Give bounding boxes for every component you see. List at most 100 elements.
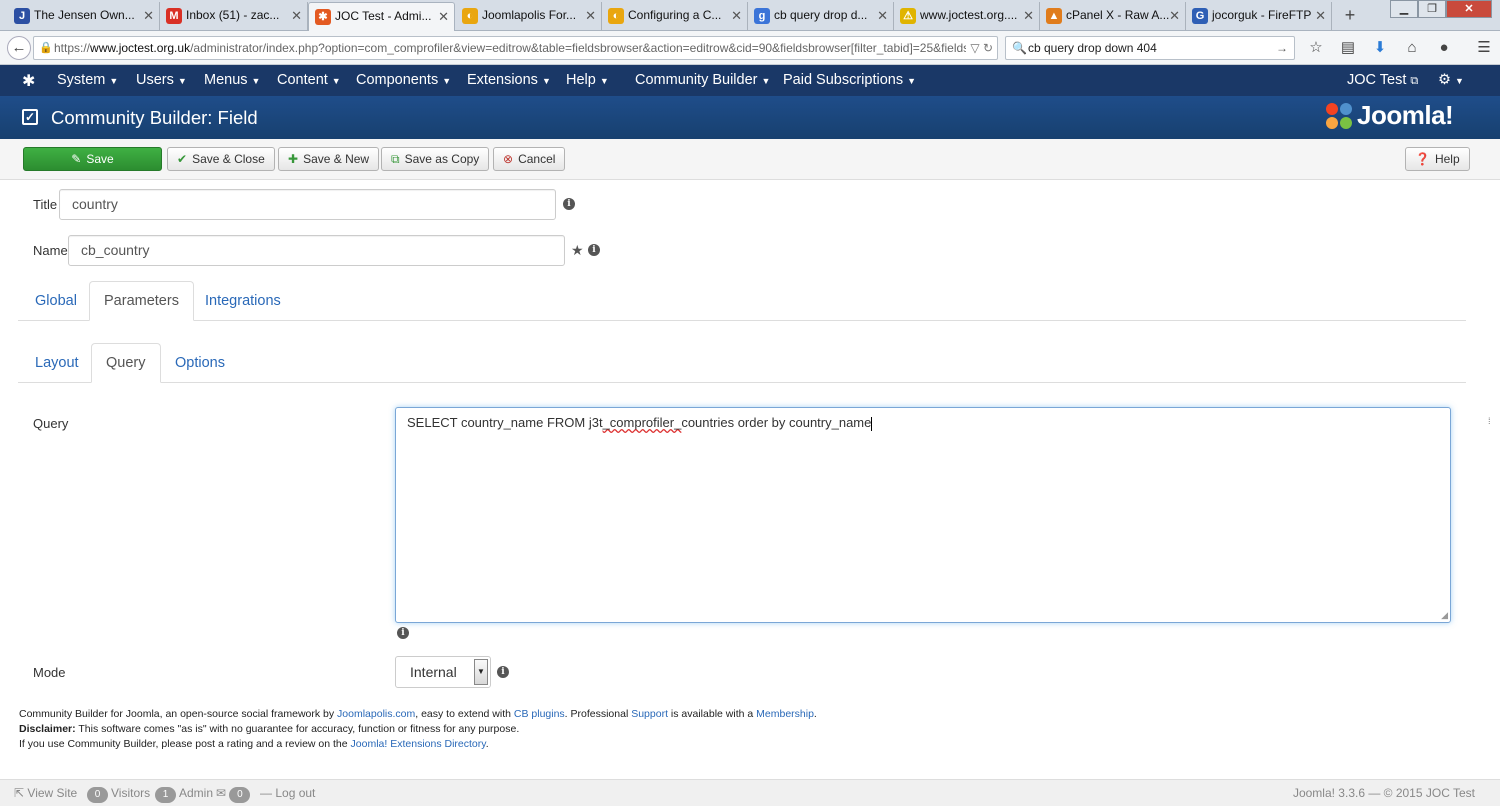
info-icon[interactable]: i (497, 666, 509, 678)
home-icon[interactable]: ⌂ (1396, 36, 1428, 60)
cancel-circle-icon: ⊗ (503, 152, 514, 166)
bookmark-star-icon[interactable]: ☆ (1300, 36, 1332, 60)
logout-link[interactable]: — Log out (260, 780, 315, 806)
reading-list-icon[interactable]: ▤ (1332, 36, 1364, 60)
query-textarea[interactable]: SELECT country_name FROM j3t_comprofiler… (395, 407, 1451, 623)
cb-plugins-link[interactable]: CB plugins (514, 708, 565, 720)
caret-down-icon: ▼ (1455, 76, 1464, 86)
dropdown-arrow-icon[interactable]: ▼ (474, 659, 488, 685)
info-icon[interactable]: i (563, 198, 575, 210)
external-link-icon: ⇱ (14, 786, 25, 800)
caret-down-icon: ▼ (177, 76, 187, 86)
minimize-icon[interactable]: ▁ (1390, 0, 1418, 18)
membership-link[interactable]: Membership (756, 708, 814, 720)
title-input[interactable]: country (59, 189, 556, 220)
save-close-button[interactable]: ✔ Save & Close (167, 147, 275, 171)
tab-options[interactable]: Options (160, 343, 240, 383)
help-button[interactable]: ❓ Help (1405, 147, 1470, 171)
browser-tab[interactable]: M Inbox (51) - zac... ✕ (160, 2, 308, 31)
title-label: Title (33, 197, 58, 212)
menu-users[interactable]: Users ▼ (136, 65, 187, 96)
window-close-icon[interactable]: ✕ (1446, 0, 1492, 18)
save-new-button[interactable]: ✚ Save & New (278, 147, 380, 171)
close-tab-icon[interactable]: ✕ (731, 2, 742, 29)
browser-tab[interactable]: ⚠ www.joctest.org.... ✕ (894, 2, 1040, 31)
search-go-arrow-icon[interactable]: → (1276, 37, 1288, 59)
tab-query[interactable]: Query (91, 343, 161, 383)
joomla-logo-icon[interactable]: ✱ (22, 71, 35, 91)
menu-extensions[interactable]: Extensions ▼ (467, 65, 551, 96)
tab-global[interactable]: Global (20, 281, 92, 321)
info-icon[interactable]: i (588, 244, 600, 256)
close-tab-icon[interactable]: ✕ (291, 2, 302, 29)
menu-components[interactable]: Components ▼ (356, 65, 451, 96)
tab-title: Inbox (51) - zac... (186, 8, 280, 22)
browser-search-input[interactable]: 🔍 cb query drop down 404 → (1005, 36, 1295, 60)
maximize-icon[interactable]: ❐ (1418, 0, 1446, 18)
name-input[interactable]: cb_country (68, 235, 565, 266)
page-title: Community Builder: Field (51, 107, 258, 128)
url-bar[interactable]: 🔒 https://www.joctest.org.uk/administrat… (33, 36, 998, 60)
minus-icon: — (260, 786, 272, 800)
close-tab-icon[interactable]: ✕ (1023, 2, 1034, 29)
scrollbar-handle[interactable]: ⁞ (1488, 416, 1491, 426)
caret-down-icon: ▼ (599, 76, 609, 86)
menu-system[interactable]: System ▼ (57, 65, 118, 96)
mode-select[interactable]: Internal ▼ (395, 656, 491, 688)
messages-indicator[interactable]: ✉ 0 (216, 780, 253, 806)
save-button[interactable]: ✎ Save (23, 147, 162, 171)
caret-down-icon: ▼ (251, 76, 261, 86)
cb-footer: Community Builder for Joomla, an open-so… (19, 707, 817, 752)
close-tab-icon[interactable]: ✕ (438, 3, 449, 30)
site-link[interactable]: JOC Test ⧉ (1347, 65, 1418, 96)
disclaimer-label: Disclaimer: (19, 723, 76, 735)
menu-help[interactable]: Help ▼ (566, 65, 609, 96)
browser-tab[interactable]: J The Jensen Own... ✕ (8, 2, 160, 31)
cancel-button[interactable]: ⊗ Cancel (493, 147, 566, 171)
tab-integrations[interactable]: Integrations (190, 281, 296, 321)
settings-menu[interactable]: ⚙ ▼ (1438, 65, 1464, 96)
support-link[interactable]: Support (631, 708, 668, 720)
new-tab-icon[interactable]: + (1337, 2, 1363, 29)
menu-label: Content (277, 72, 328, 88)
tab-title: Configuring a C... (628, 8, 722, 22)
close-tab-icon[interactable]: ✕ (585, 2, 596, 29)
footer-text: , easy to extend with (415, 708, 514, 720)
url-prefix: https:// (54, 41, 91, 55)
browser-tab[interactable]: ◐ Joomlapolis For... ✕ (456, 2, 602, 31)
browser-tab[interactable]: ▲ cPanel X - Raw A... ✕ (1040, 2, 1186, 31)
back-arrow-icon[interactable]: ← (7, 36, 31, 60)
chat-bubble-icon[interactable]: ● (1428, 36, 1460, 60)
view-site-link[interactable]: ⇱ View Site (14, 780, 77, 806)
close-tab-icon[interactable]: ✕ (1315, 2, 1326, 29)
save-copy-button[interactable]: ⧉ Save as Copy (381, 147, 490, 171)
tab-favicon-icon: J (14, 8, 30, 24)
browser-tab-active[interactable]: ✱ JOC Test - Admi... ✕ (308, 2, 455, 31)
checkbox-edit-icon: ✓ (22, 109, 38, 125)
menu-paid-subscriptions[interactable]: Paid Subscriptions ▼ (783, 65, 916, 96)
menu-content[interactable]: Content ▼ (277, 65, 341, 96)
menu-label: Paid Subscriptions (783, 72, 904, 88)
close-tab-icon[interactable]: ✕ (1169, 2, 1180, 29)
resize-grip-icon[interactable]: ◢ (1441, 610, 1448, 621)
admin-menu-bar: ✱ System ▼ Users ▼ Menus ▼ Content ▼ Compone… (0, 65, 1500, 96)
hamburger-menu-icon[interactable]: ☰ (1468, 36, 1500, 60)
close-tab-icon[interactable]: ✕ (143, 2, 154, 29)
info-icon[interactable]: i (397, 627, 409, 639)
browser-tab[interactable]: ◐ Configuring a C... ✕ (602, 2, 748, 31)
visitors-badge: 0 (87, 787, 108, 803)
menu-label: Community Builder (635, 72, 758, 88)
joomlapolis-link[interactable]: Joomlapolis.com (337, 708, 415, 720)
close-tab-icon[interactable]: ✕ (877, 2, 888, 29)
browser-tab[interactable]: Gjocorguk - FireFTP ✕ (1186, 2, 1332, 31)
menu-community-builder[interactable]: Community Builder ▼ (635, 65, 770, 96)
browser-tab[interactable]: g cb query drop d... ✕ (748, 2, 894, 31)
tab-parameters[interactable]: Parameters (89, 281, 194, 321)
footer-line-1: Community Builder for Joomla, an open-so… (19, 707, 817, 722)
url-dropdown-reload-icon[interactable]: ▽ ↻ (966, 37, 993, 59)
jed-link[interactable]: Joomla! Extensions Directory (351, 738, 486, 750)
tab-favicon-icon: ◐ (608, 8, 624, 24)
menu-menus[interactable]: Menus ▼ (204, 65, 260, 96)
download-arrow-icon[interactable]: ⬇ (1364, 36, 1396, 60)
tab-layout[interactable]: Layout (20, 343, 94, 383)
